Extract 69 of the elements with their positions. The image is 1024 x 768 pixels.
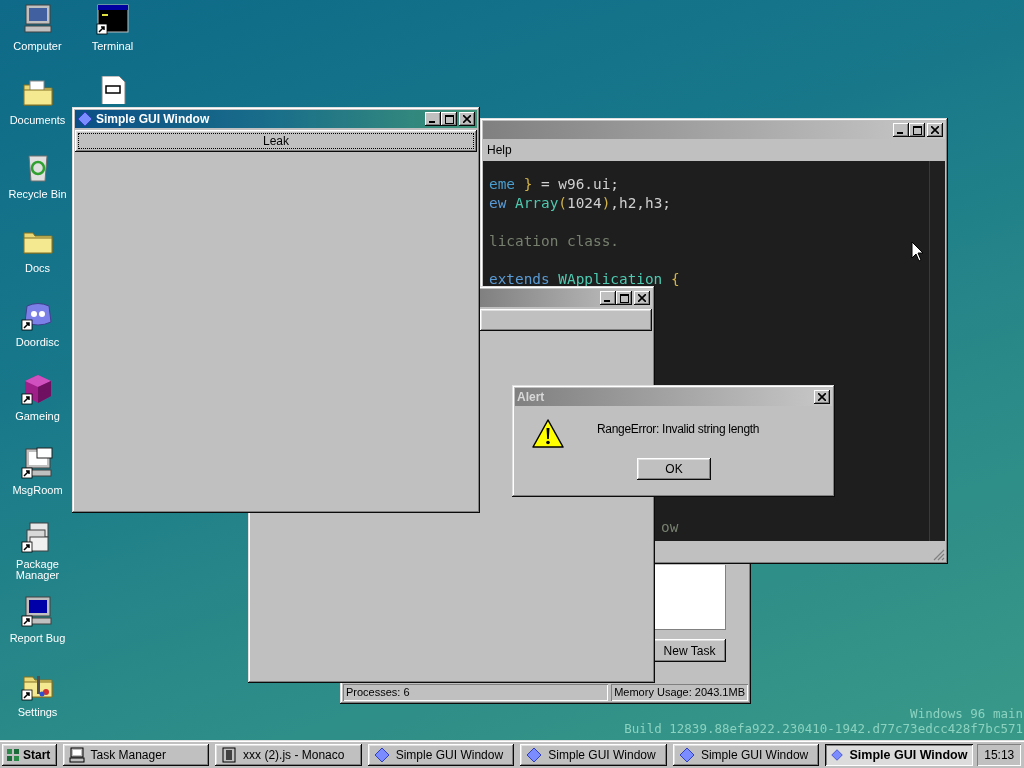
ok-button[interactable]: OK [637, 458, 711, 480]
terminal-icon[interactable] [95, 2, 130, 36]
close-button[interactable] [927, 123, 943, 137]
icon-label[interactable]: Gameing [15, 411, 60, 422]
build-watermark: Build 12839.88efa922.230410-1942.d77c73edcc428f7bc571 [624, 721, 1023, 736]
maximize-button[interactable] [441, 112, 457, 126]
maximize-button[interactable] [909, 123, 925, 137]
start-button[interactable]: Start [2, 744, 57, 766]
icon-label[interactable]: Doordisc [15, 337, 60, 348]
code-line: ew Array(1024),h2,h3; [489, 194, 672, 213]
title-bar[interactable] [480, 289, 652, 307]
diamond-icon [373, 747, 390, 763]
code-line: ow [661, 518, 680, 537]
maximize-icon [912, 125, 922, 135]
icon-label[interactable]: Recycle Bin [8, 189, 67, 200]
title-bar[interactable] [483, 121, 945, 139]
icon-label[interactable]: Documents [9, 115, 66, 126]
code-line: lication class. [489, 232, 620, 251]
taskbar-button[interactable]: Simple GUI Window [520, 744, 667, 766]
maximize-icon [444, 114, 454, 124]
close-icon [931, 126, 939, 134]
diamond-icon [678, 747, 695, 763]
taskbar-button[interactable]: Simple GUI Window [672, 744, 820, 766]
minimize-button[interactable] [893, 123, 909, 137]
close-button[interactable] [459, 112, 475, 126]
close-icon [818, 393, 826, 401]
icon-label[interactable]: Terminal [91, 41, 134, 52]
build-watermark: Windows 96 main [910, 706, 1023, 721]
icon-label[interactable]: Docs [24, 263, 51, 274]
process-list[interactable] [653, 565, 726, 630]
window-title: Alert [517, 390, 545, 404]
new-task-button[interactable]: New Task [653, 639, 726, 662]
close-icon [638, 294, 646, 302]
code-line: eme } = w96.ui; [489, 175, 620, 194]
taskbar-button[interactable]: Simple GUI Window [367, 744, 515, 766]
diamond-icon [526, 747, 543, 763]
clock[interactable]: 15:13 [977, 744, 1022, 766]
resize-grip-icon[interactable] [933, 549, 945, 561]
film-icon [221, 747, 238, 763]
maximize-icon [619, 293, 629, 303]
minimize-button[interactable] [425, 112, 441, 126]
diamond-icon [831, 747, 844, 763]
computer-icon [68, 747, 85, 763]
wide-button[interactable] [480, 309, 652, 331]
maximize-button[interactable] [616, 291, 632, 305]
icon-label[interactable]: MsgRoom [12, 485, 63, 496]
icon-label[interactable]: Report Bug [9, 633, 66, 644]
taskbar-button[interactable]: Simple GUI Window [825, 744, 974, 766]
close-icon [463, 115, 471, 123]
icon-label[interactable]: Package Manager [7, 559, 68, 581]
start-logo-icon [6, 748, 20, 762]
close-button[interactable] [814, 390, 830, 404]
window-title: Simple GUI Window [96, 112, 210, 126]
taskbar-button[interactable]: xxx (2).js - Monaco [215, 744, 362, 766]
warning-icon [531, 418, 565, 450]
leak-button[interactable]: Leak [75, 130, 477, 152]
close-button[interactable] [634, 291, 650, 305]
code-line: extends WApplication { [489, 270, 681, 289]
icon-label[interactable]: Computer [13, 41, 62, 52]
icon-label[interactable]: Settings [17, 707, 58, 718]
diamond-icon [77, 111, 93, 127]
status-text: Processes: 6 [343, 684, 609, 701]
status-text: Memory Usage: 2043.1MB [611, 684, 748, 701]
minimize-button[interactable] [600, 291, 616, 305]
menu-item[interactable]: Help [487, 143, 512, 157]
taskbar-button[interactable]: Task Manager [62, 744, 210, 766]
alert-message: RangeError: Invalid string length [597, 422, 760, 436]
cursor-icon [911, 241, 925, 263]
monitor-icon[interactable] [20, 594, 55, 628]
